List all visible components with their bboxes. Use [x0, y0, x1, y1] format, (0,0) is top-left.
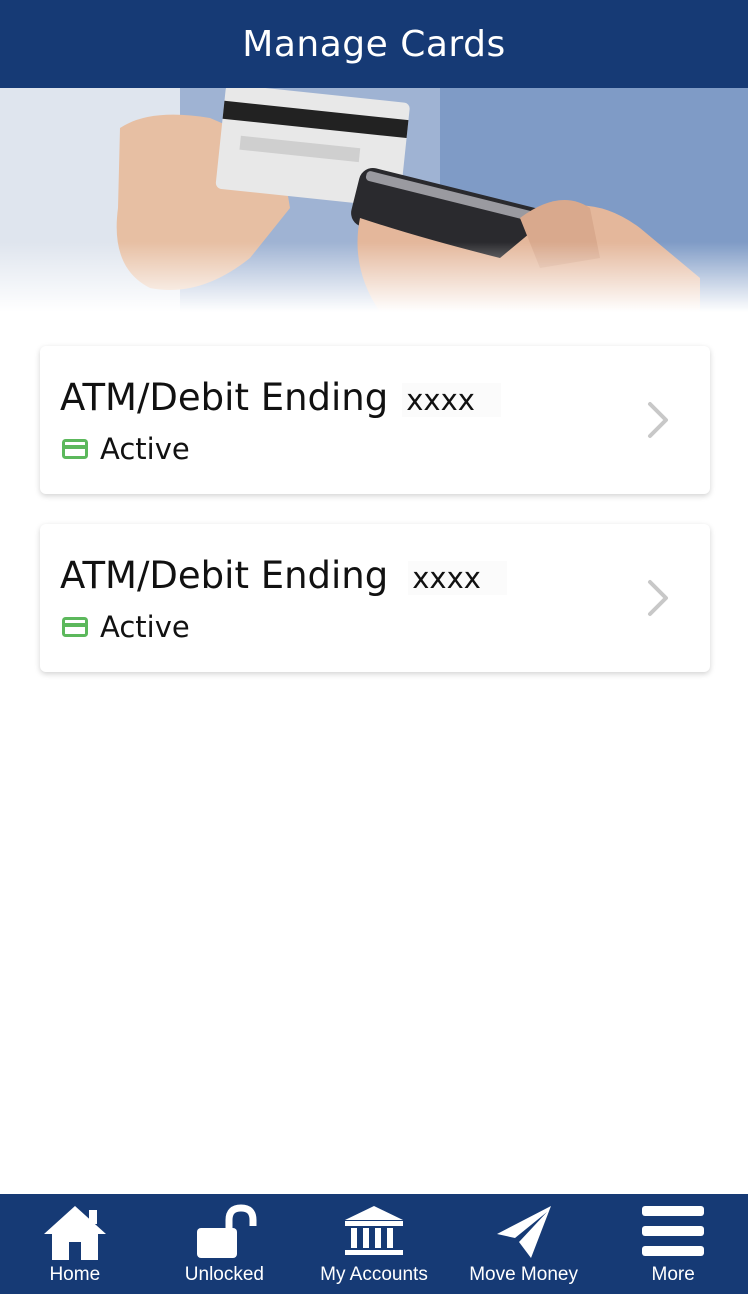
nav-label: Unlocked: [184, 1264, 264, 1285]
home-icon: [42, 1204, 108, 1264]
nav-my-accounts[interactable]: My Accounts: [299, 1194, 449, 1294]
card-item-1[interactable]: ATM/Debit Ending xxxx Active: [40, 346, 710, 494]
hero-banner-image: [0, 88, 748, 312]
chevron-right-icon: [646, 578, 670, 622]
page-title: Manage Cards: [242, 23, 506, 65]
nav-move-money[interactable]: Move Money: [449, 1194, 599, 1294]
credit-card-icon: [62, 617, 88, 637]
menu-icon: [640, 1204, 706, 1264]
card-title: ATM/Debit Ending: [60, 376, 389, 419]
card-number-mask: xxxx: [408, 561, 507, 595]
nav-unlocked[interactable]: Unlocked: [150, 1194, 300, 1294]
credit-card-icon: [62, 439, 88, 459]
chevron-right-icon: [646, 400, 670, 444]
card-item-2[interactable]: ATM/Debit Ending xxxx Active: [40, 524, 710, 672]
nav-label: Home: [49, 1264, 101, 1285]
card-list: ATM/Debit Ending xxxx Active ATM/Debit E…: [40, 346, 710, 702]
bottom-nav: Home Unlocked My Accounts Move Money Mor…: [0, 1194, 748, 1294]
nav-more[interactable]: More: [598, 1194, 748, 1294]
card-title: ATM/Debit Ending: [60, 554, 389, 597]
card-number-mask: xxxx: [402, 383, 501, 417]
paper-plane-icon: [491, 1204, 557, 1264]
nav-label: My Accounts: [320, 1264, 428, 1285]
nav-label: More: [651, 1264, 695, 1285]
unlocked-icon: [191, 1204, 257, 1264]
card-status: Active: [100, 432, 190, 466]
nav-label: Move Money: [469, 1264, 578, 1285]
bank-icon: [341, 1204, 407, 1264]
card-status: Active: [100, 610, 190, 644]
app-header: Manage Cards: [0, 0, 748, 88]
nav-home[interactable]: Home: [0, 1194, 150, 1294]
